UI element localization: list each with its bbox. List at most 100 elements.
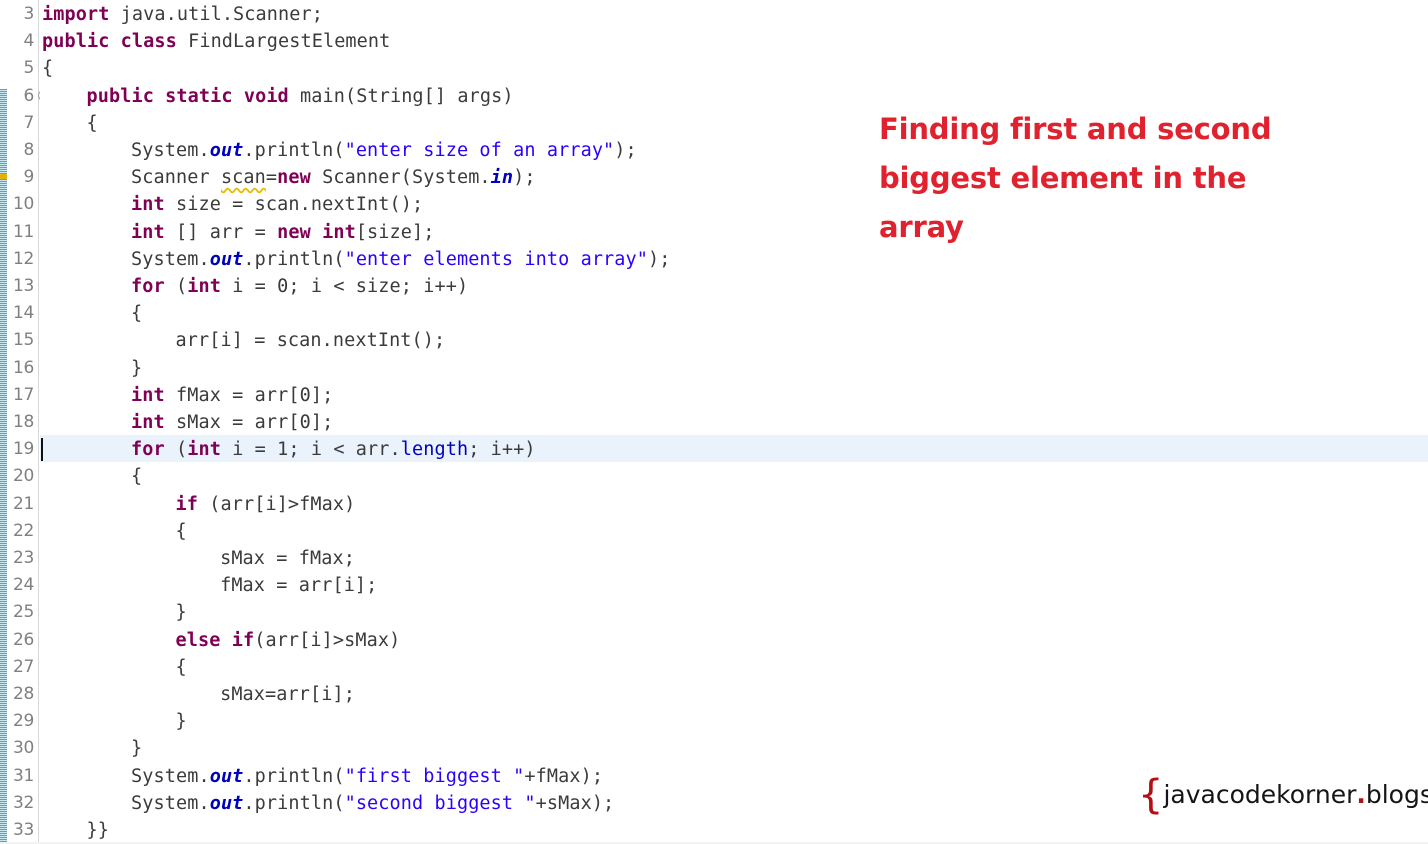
- code-token-pln: i = 1; i < arr.: [220, 439, 401, 461]
- code-token-str: "first biggest ": [344, 765, 525, 787]
- code-token-warn: scan: [220, 167, 266, 189]
- watermark-site-name: javacodekorner: [1163, 780, 1357, 809]
- code-line[interactable]: {: [176, 654, 187, 681]
- code-token-pln: .println(: [243, 792, 345, 814]
- code-line[interactable]: for (int i = 0; i < size; i++): [131, 273, 468, 300]
- code-token-pln: {: [131, 466, 143, 488]
- code-line[interactable]: if (arr[i]>fMax): [176, 491, 356, 518]
- line-number: 15: [12, 330, 34, 351]
- code-token-kw: import: [42, 4, 110, 25]
- code-line[interactable]: {: [176, 518, 187, 545]
- code-line[interactable]: sMax=arr[i];: [220, 681, 355, 708]
- line-number: 13: [12, 276, 34, 296]
- code-token-pln: ; i++): [468, 439, 536, 461]
- code-line[interactable]: int sMax = arr[0];: [131, 409, 333, 436]
- code-token-pln: [] arr =: [164, 221, 278, 243]
- code-token-pln: java.util.Scanner;: [109, 4, 323, 25]
- code-token-kw: public class: [42, 31, 177, 53]
- watermark-open-brace: {: [1138, 772, 1164, 818]
- code-token-kw: new int: [277, 221, 356, 243]
- line-number: 11: [12, 221, 34, 242]
- code-line[interactable]: System.out.println("second biggest "+sMa…: [131, 790, 614, 817]
- code-token-pln: =: [265, 167, 278, 189]
- line-number: 16: [12, 357, 34, 378]
- code-token-str: "enter size of an array": [344, 140, 615, 161]
- code-token-pln: fMax = arr[0];: [164, 384, 334, 406]
- code-line[interactable]: public class FindLargestElement: [42, 28, 390, 55]
- code-token-pln: {: [175, 656, 187, 678]
- code-token-fld: out: [209, 248, 244, 270]
- code-token-pln: {: [131, 303, 143, 325]
- code-token-kw: for: [131, 276, 165, 297]
- code-line[interactable]: }: [176, 599, 187, 626]
- code-line[interactable]: public static void main(String[] args): [87, 83, 514, 110]
- code-token-pln: }: [131, 738, 143, 760]
- code-token-pln: }: [175, 602, 187, 624]
- code-token-pln: (arr[i]>sMax): [254, 629, 401, 651]
- line-number: 17: [12, 384, 34, 405]
- code-line[interactable]: System.out.println("first biggest "+fMax…: [131, 763, 603, 790]
- code-line[interactable]: }}: [87, 817, 109, 844]
- code-line[interactable]: sMax = fMax;: [220, 545, 355, 572]
- code-line[interactable]: for (int i = 1; i < arr.length; i++): [131, 436, 536, 463]
- code-line[interactable]: {: [131, 463, 142, 490]
- watermark-domain: blogspot.com: [1365, 780, 1428, 809]
- code-token-pln: main(String[] args): [288, 85, 514, 107]
- code-line[interactable]: arr[i] = scan.nextInt();: [176, 327, 446, 354]
- code-token-kw: public static void: [86, 85, 289, 107]
- line-number: 30: [12, 738, 34, 759]
- text-caret: [41, 438, 43, 462]
- watermark-red-dot: .: [1356, 780, 1366, 809]
- line-number: 14: [12, 303, 34, 324]
- code-line[interactable]: System.out.println("enter elements into …: [131, 246, 670, 273]
- code-line[interactable]: int size = scan.nextInt();: [131, 191, 423, 218]
- line-number: 26: [12, 629, 34, 650]
- line-number: 8: [23, 140, 34, 160]
- code-token-pln: arr[i] = scan.nextInt();: [175, 330, 446, 352]
- code-token-pln: sMax = fMax;: [220, 548, 355, 569]
- code-line[interactable]: {: [131, 300, 142, 327]
- code-token-fld: out: [209, 765, 244, 787]
- code-token-pln: Scanner: [131, 167, 221, 189]
- line-number: 18: [12, 412, 34, 432]
- line-number: 23: [12, 548, 34, 568]
- code-line[interactable]: int fMax = arr[0];: [131, 382, 333, 409]
- code-token-kw: int: [131, 221, 165, 243]
- code-line[interactable]: }: [131, 355, 142, 382]
- code-line[interactable]: {: [42, 55, 53, 82]
- code-token-pln: }: [131, 357, 143, 379]
- code-token-kw: int: [187, 439, 221, 461]
- code-token-pln: System.: [131, 140, 210, 161]
- code-line[interactable]: else if(arr[i]>sMax): [176, 627, 401, 654]
- code-line[interactable]: import java.util.Scanner;: [42, 1, 323, 28]
- code-token-pln: }}: [86, 820, 109, 841]
- code-token-kw: int: [131, 412, 165, 433]
- line-number: 3: [23, 4, 34, 24]
- code-token-pln: System.: [131, 765, 210, 787]
- code-token-kw: else if: [175, 629, 255, 651]
- code-line[interactable]: System.out.println("enter size of an arr…: [131, 137, 637, 164]
- line-number: 4: [23, 31, 34, 52]
- code-token-pln: );: [648, 248, 671, 270]
- line-number-gutter: 3 4 5 6 7 8 9 10 11 12 13 14 15 16 17 18 19 20 21 22 23 24 25 2…: [7, 0, 39, 844]
- line-number: 31: [12, 765, 34, 786]
- line-number: 7: [23, 112, 34, 133]
- line-number: 24: [12, 575, 34, 596]
- code-token-pln: [size];: [355, 221, 435, 243]
- code-line[interactable]: {: [87, 110, 98, 137]
- line-number: 32: [12, 792, 34, 813]
- code-line[interactable]: int [] arr = new int[size];: [131, 219, 434, 246]
- code-token-pln: i = 0; i < size; i++): [220, 276, 469, 297]
- code-token-kw: if: [175, 493, 199, 515]
- code-token-pln: .println(: [243, 248, 345, 270]
- code-token-pln: {: [42, 58, 54, 80]
- code-line[interactable]: }: [131, 735, 142, 762]
- code-token-pln: Scanner(System.: [310, 167, 491, 189]
- line-number: 9: [23, 167, 34, 188]
- code-token-kw: for: [131, 439, 165, 461]
- code-token-pln: (arr[i]>fMax): [198, 493, 356, 515]
- code-line[interactable]: }: [176, 708, 187, 735]
- code-line[interactable]: Scanner scan=new Scanner(System.in);: [131, 164, 536, 191]
- line-number: 29: [12, 711, 34, 732]
- code-line[interactable]: fMax = arr[i];: [220, 572, 377, 599]
